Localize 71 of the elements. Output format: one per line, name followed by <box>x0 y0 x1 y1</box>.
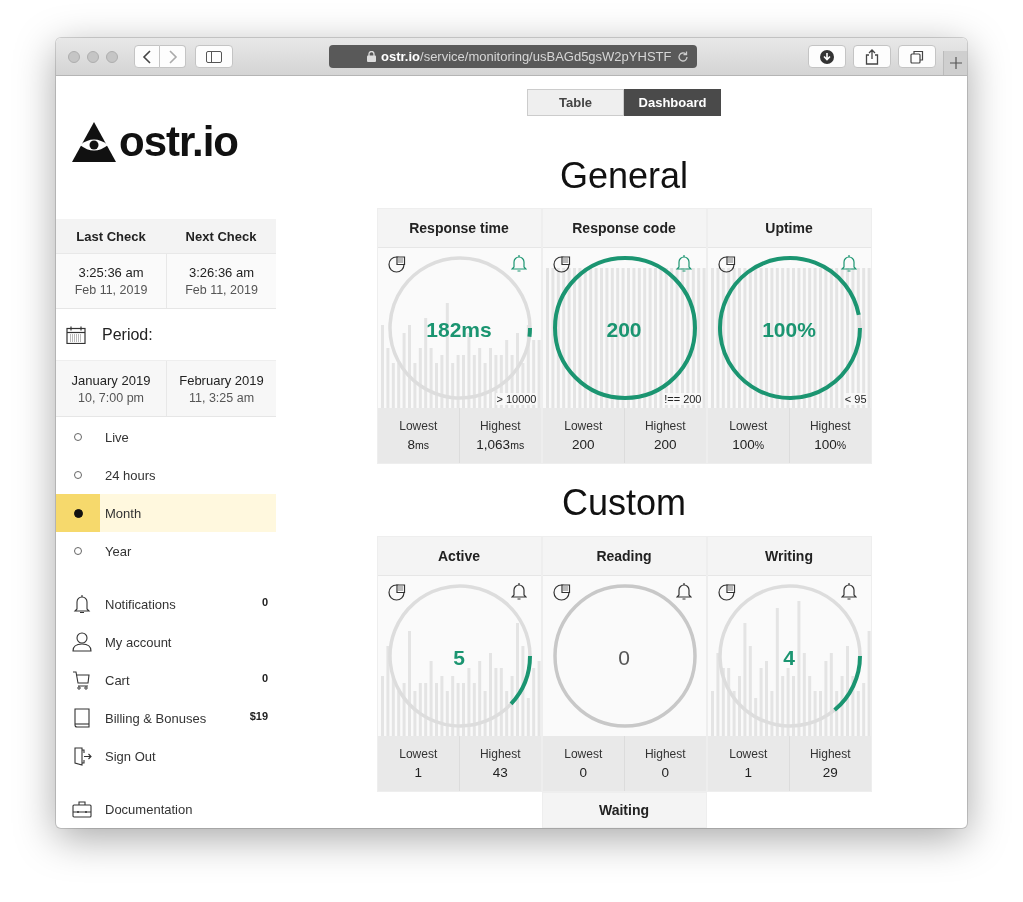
threshold-label: !== 200 <box>664 393 702 406</box>
logo[interactable]: ostr.io <box>56 76 276 220</box>
stat-value: 29 <box>822 765 838 780</box>
menu-item[interactable]: Documentation <box>56 790 276 828</box>
menu-item[interactable]: My account <box>56 623 276 661</box>
range-option[interactable]: Month <box>56 494 276 532</box>
menu-label: My account <box>105 634 173 650</box>
view-tab[interactable]: Table <box>527 89 624 116</box>
gauge-value: 0 <box>618 646 630 670</box>
stat-value: 1 <box>744 765 752 780</box>
stat-label: Highest <box>809 747 851 761</box>
period-label: Period: <box>102 325 153 344</box>
stat-label: Lowest <box>399 747 438 761</box>
card-header: Waiting <box>541 792 707 828</box>
stat-value: 200 <box>654 437 677 453</box>
card-header: Reading <box>542 537 706 576</box>
column-header: Next Check <box>166 219 276 255</box>
stat-label: Lowest <box>564 419 603 434</box>
date-field[interactable]: January 2019 10, 7:00 pm <box>56 361 166 416</box>
stat-label: Lowest <box>729 419 768 434</box>
menu-label: Cart <box>105 672 131 688</box>
stat-label: Highest <box>644 747 686 761</box>
gauge-value: 200 <box>606 318 642 343</box>
stat-value: 8ms <box>407 437 429 453</box>
menu-label: Billing & Bonuses <box>105 710 208 726</box>
section-title: Custom <box>562 481 686 525</box>
threshold-label: > 10000 <box>496 393 537 406</box>
stat-label: Lowest <box>399 419 438 434</box>
card-header: Active <box>377 537 541 576</box>
menu-label: Sign Out <box>105 748 157 764</box>
menu-item[interactable]: Cart 0 <box>56 661 276 699</box>
stat-value: 100% <box>814 437 847 453</box>
stat-label: Highest <box>479 747 521 761</box>
card-header: Response code <box>542 209 706 249</box>
stat-label: Highest <box>809 419 851 434</box>
menu-item[interactable]: Billing & Bonuses $19 <box>56 699 276 737</box>
stat-value: 0 <box>579 765 587 780</box>
gauge-value: 4 <box>783 646 795 670</box>
view-tab[interactable]: Dashboard <box>624 89 721 116</box>
address-bar[interactable]: ostr.io/service/monitoring/usBAGd5gsW2pYHSTF <box>329 45 697 68</box>
stat-label: Lowest <box>564 747 603 761</box>
menu-item[interactable]: Notifications 0 <box>56 585 276 623</box>
count-label: 0 <box>261 672 268 684</box>
menu-label: Notifications <box>105 596 177 612</box>
table-cell: 3:26:36 am Feb 11, 2019 <box>166 254 276 309</box>
stat-label: Highest <box>644 419 686 434</box>
gauge-value: 100% <box>762 318 816 343</box>
section-title: General <box>559 154 689 198</box>
stat-value: 1 <box>414 765 422 780</box>
count-label: $19 <box>249 710 268 722</box>
threshold-label: < 95 <box>844 393 867 406</box>
logo-text: ostr.io <box>119 117 239 166</box>
gauge-value: 182ms <box>426 318 492 343</box>
table-cell: 3:25:36 am Feb 11, 2019 <box>56 254 166 309</box>
count-label: 0 <box>261 596 268 608</box>
stat-label: Highest <box>479 419 521 434</box>
stat-value: 43 <box>492 765 508 780</box>
menu-label: Documentation <box>105 801 194 817</box>
stat-value: 0 <box>661 765 669 780</box>
card-header: Writing <box>707 537 871 576</box>
date-field[interactable]: February 2019 11, 3:25 am <box>166 361 276 416</box>
url-text: ostr.io/service/monitoring/usBAGd5gsW2pYHSTF <box>381 49 673 64</box>
column-header: Last Check <box>56 219 166 255</box>
stat-value: 1,063ms <box>476 437 525 453</box>
stat-label: Lowest <box>729 747 768 761</box>
card-header: Response time <box>377 209 541 249</box>
stat-value: 100% <box>732 437 765 453</box>
menu-item[interactable]: Sign Out <box>56 737 276 775</box>
card-header: Uptime <box>707 209 871 249</box>
gauge-value: 5 <box>453 646 465 670</box>
stat-value: 200 <box>572 437 595 453</box>
